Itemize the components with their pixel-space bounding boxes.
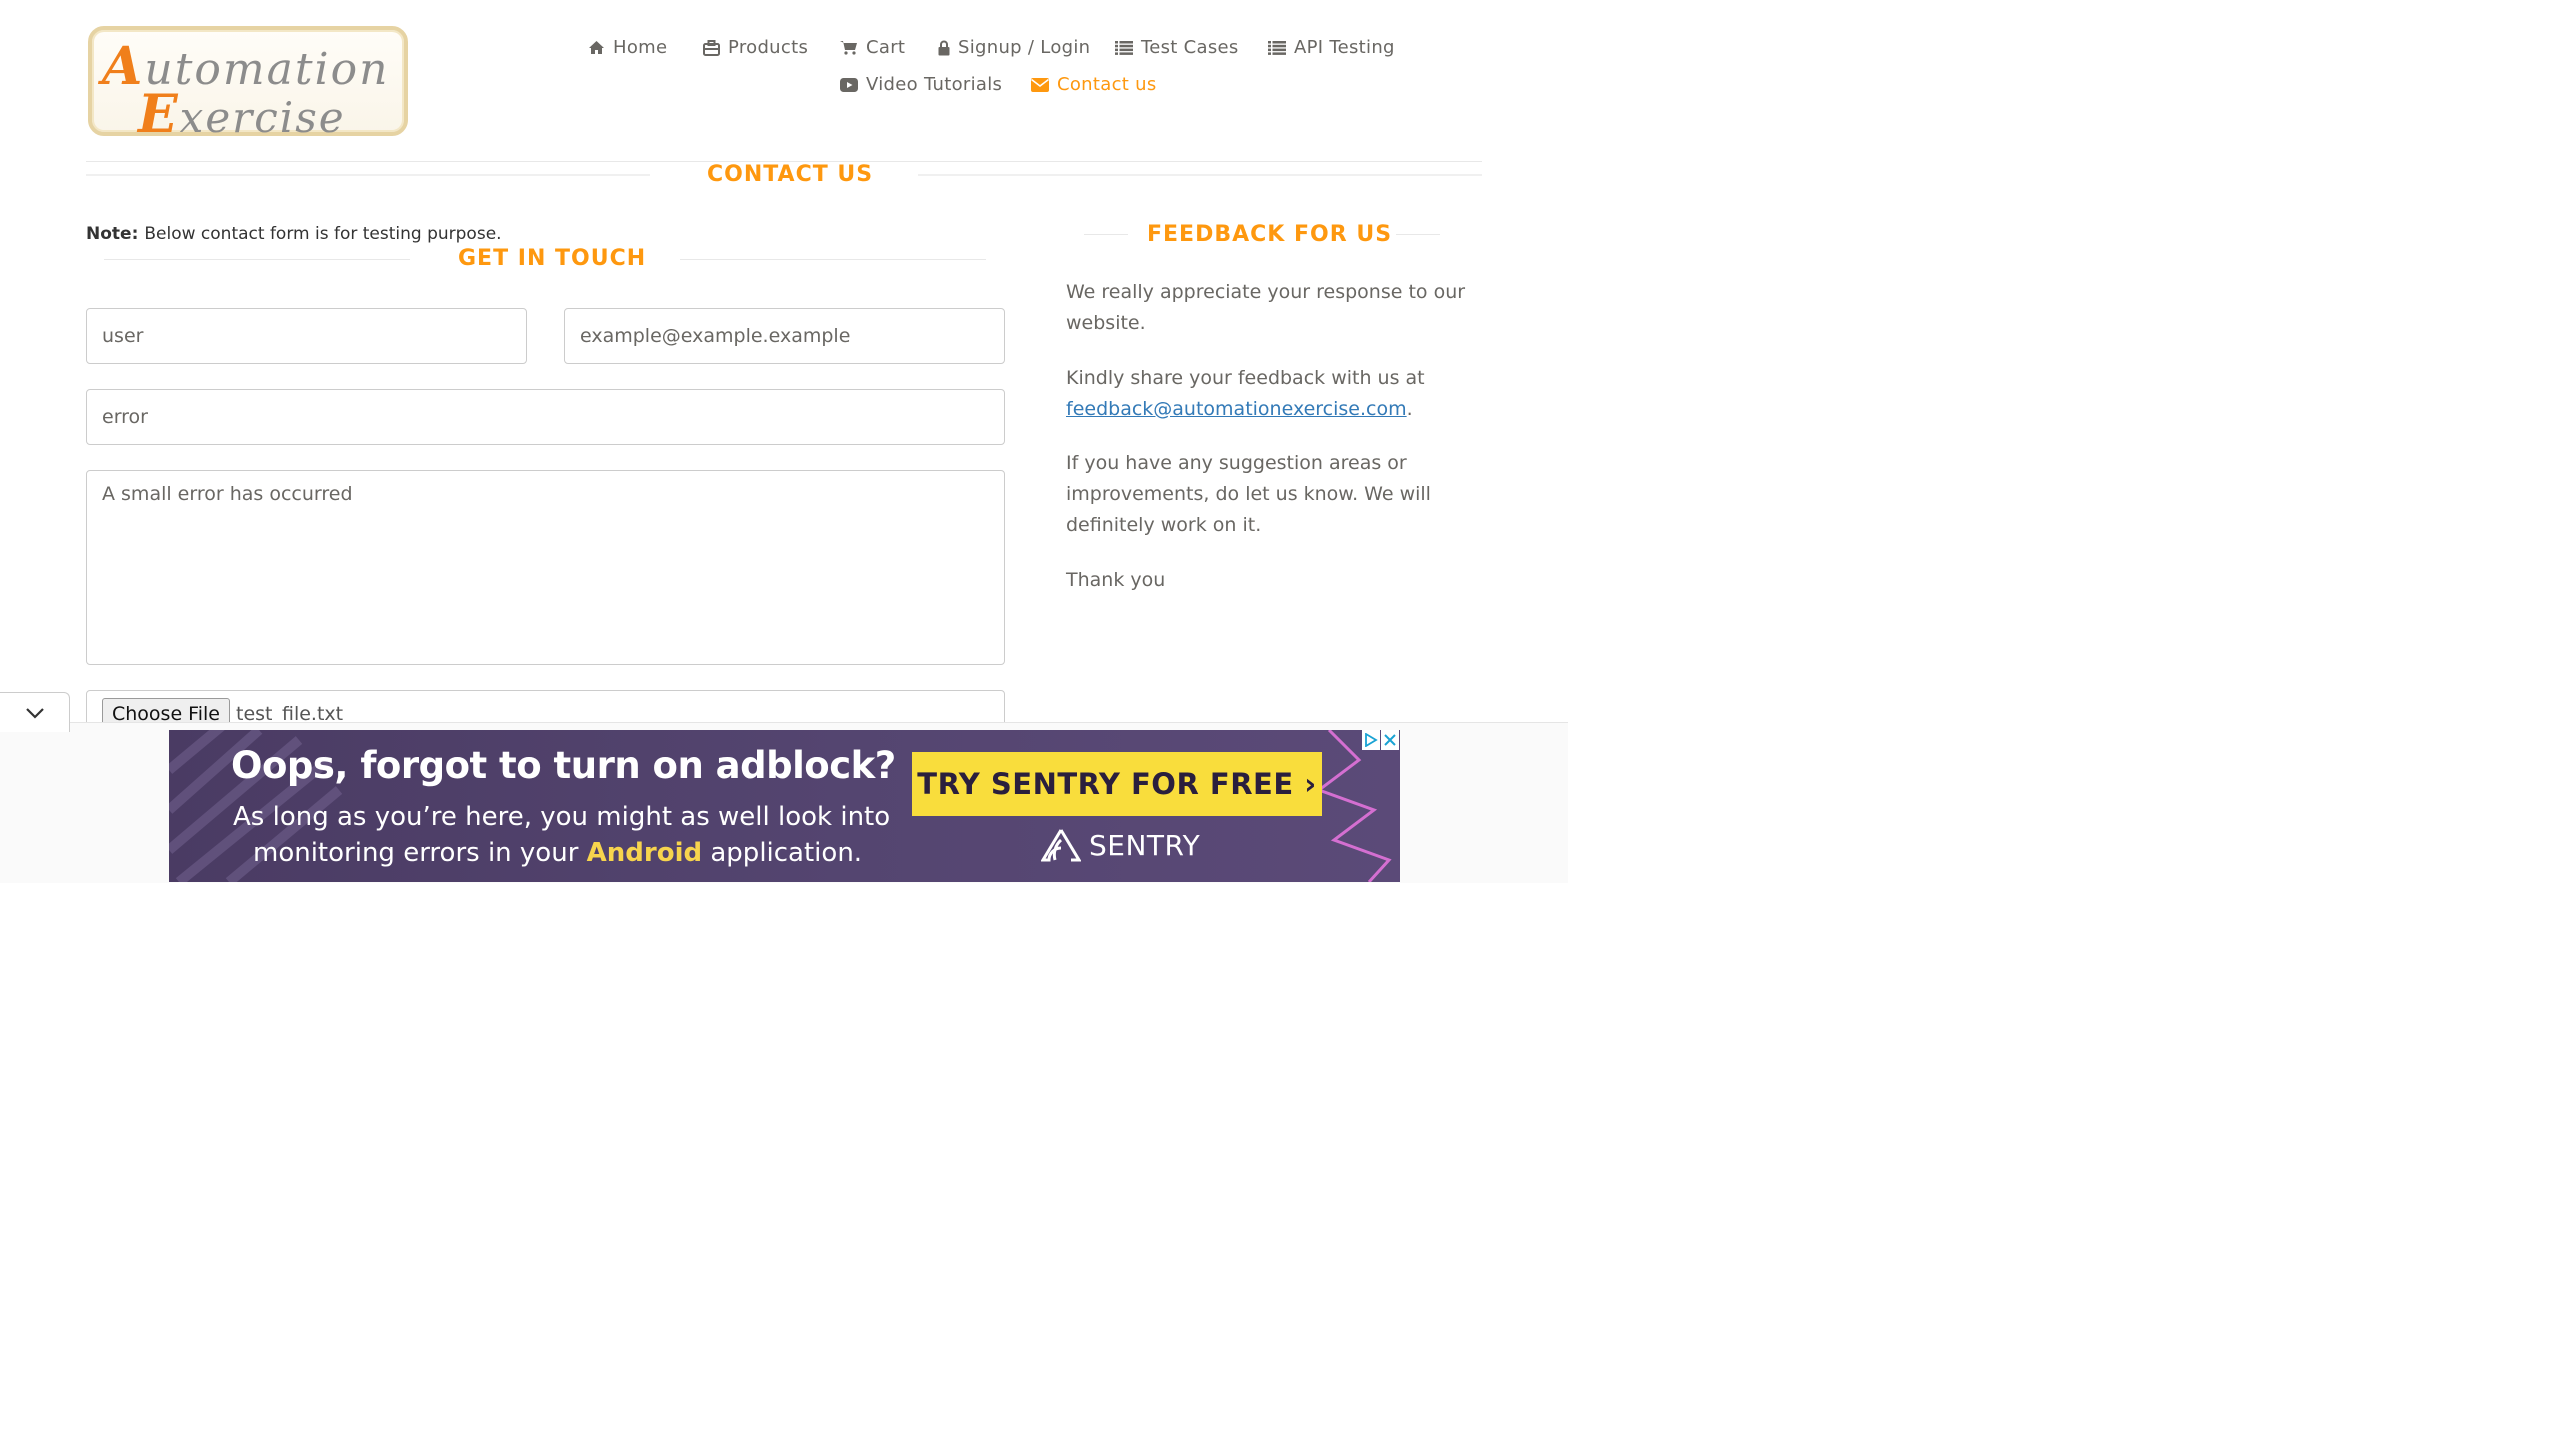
ad-body-line-2: monitoring errors in your Android applic… bbox=[253, 838, 863, 868]
nav-api-testing[interactable]: API Testing bbox=[1268, 37, 1395, 58]
nav-cart[interactable]: Cart bbox=[840, 37, 905, 58]
envelope-icon bbox=[1031, 77, 1049, 92]
feedback-paragraph: We really appreciate your response to ou… bbox=[1066, 281, 1466, 334]
youtube-play-icon bbox=[840, 77, 858, 92]
page-title: CONTACT US bbox=[707, 162, 874, 187]
ad-brand: SENTRY bbox=[1041, 828, 1200, 862]
nav-signup-login[interactable]: Signup / Login bbox=[938, 37, 1090, 58]
sentry-logo-icon bbox=[1041, 829, 1081, 862]
feedback-email-link[interactable]: feedback@automationexercise.com bbox=[1066, 398, 1407, 420]
title-rule-right bbox=[680, 259, 986, 260]
feedback-paragraph: Kindly share your feedback with us at fe… bbox=[1066, 367, 1425, 420]
nav-home[interactable]: Home bbox=[588, 37, 667, 58]
list-icon bbox=[1115, 40, 1133, 55]
ad-body-line-1: As long as you’re here, you might as wel… bbox=[233, 802, 891, 832]
feedback-title: FEEDBACK FOR US bbox=[1147, 222, 1393, 247]
chevron-down-icon bbox=[25, 707, 44, 719]
email-input[interactable]: example@example.example bbox=[564, 308, 1005, 364]
advertisement-banner[interactable]: Oops, forgot to turn on adblock? As long… bbox=[169, 730, 1400, 882]
nav-video-tutorials[interactable]: Video Tutorials bbox=[840, 74, 1002, 95]
close-ad-icon[interactable] bbox=[1381, 730, 1399, 750]
title-rule-right bbox=[918, 174, 1482, 176]
form-note: Note: Below contact form is for testing p… bbox=[86, 224, 502, 244]
form-title: GET IN TOUCH bbox=[458, 246, 647, 271]
feedback-paragraph: Thank you bbox=[1066, 569, 1166, 591]
logo-line-2: Exercise bbox=[138, 84, 346, 145]
home-icon bbox=[589, 41, 604, 54]
ad-cta-button[interactable]: TRY SENTRY FOR FREE › bbox=[912, 752, 1322, 816]
title-rule-left bbox=[104, 259, 410, 260]
list-icon bbox=[1268, 40, 1286, 55]
title-rule-left bbox=[1084, 234, 1128, 235]
lock-icon bbox=[938, 40, 950, 55]
message-textarea[interactable]: A small error has occurred bbox=[86, 470, 1005, 665]
ad-headline: Oops, forgot to turn on adblock? bbox=[231, 744, 896, 787]
adchoices-icon[interactable] bbox=[1362, 730, 1380, 750]
briefcase-icon bbox=[703, 39, 720, 56]
site-logo[interactable]: Automation Exercise bbox=[88, 26, 408, 145]
title-rule-left bbox=[86, 174, 650, 176]
subject-input[interactable]: error bbox=[86, 389, 1005, 445]
name-input[interactable]: user bbox=[86, 308, 527, 364]
nav-contact-us[interactable]: Contact us bbox=[1031, 74, 1157, 95]
title-rule-right bbox=[1396, 234, 1440, 235]
nav-test-cases[interactable]: Test Cases bbox=[1115, 37, 1239, 58]
cart-icon bbox=[840, 41, 857, 55]
feedback-paragraph: If you have any suggestion areas or impr… bbox=[1066, 452, 1431, 536]
nav-products[interactable]: Products bbox=[703, 37, 808, 58]
ad-collapse-button[interactable] bbox=[0, 692, 70, 732]
